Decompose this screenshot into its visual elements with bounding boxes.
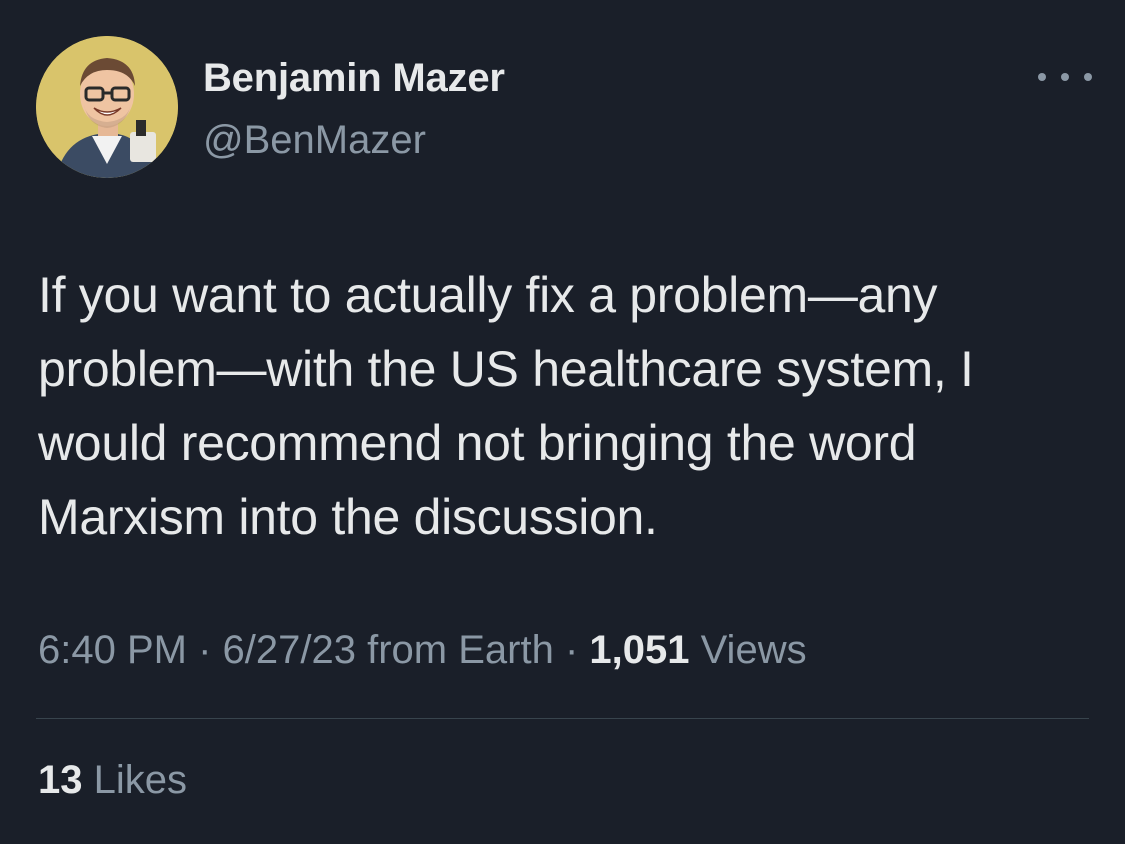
more-horizontal-icon <box>1038 73 1046 81</box>
tweet-source: from Earth <box>355 628 554 672</box>
tweet-text-line: If you want to actually fix a problem—an… <box>38 267 938 323</box>
more-horizontal-icon-dot <box>1084 73 1092 81</box>
author-name[interactable]: Benjamin Mazer <box>203 56 505 101</box>
avatar-illustration <box>36 36 178 178</box>
views-label[interactable]: Views <box>689 628 807 672</box>
tweet-text-line: Marxism into the discussion. <box>38 489 658 545</box>
tweet-text-line: would recommend not bringing the word <box>38 415 917 471</box>
tweet-date[interactable]: 6/27/23 <box>223 628 356 672</box>
more-horizontal-icon-dot <box>1061 73 1069 81</box>
divider <box>36 718 1089 719</box>
author-avatar[interactable] <box>36 36 178 178</box>
meta-separator: · <box>186 628 223 672</box>
tweet-metadata: 6:40 PM · 6/27/23 from Earth · 1,051 Vie… <box>38 628 807 673</box>
views-count[interactable]: 1,051 <box>589 628 689 672</box>
meta-separator: · <box>553 628 590 672</box>
more-options-button[interactable] <box>1038 62 1092 92</box>
tweet-card: Benjamin Mazer @BenMazer If you want to … <box>0 0 1125 844</box>
likes-stat[interactable]: 13 Likes <box>38 758 187 803</box>
tweet-text: If you want to actually fix a problem—an… <box>38 258 1098 554</box>
tweet-time[interactable]: 6:40 PM <box>38 628 187 672</box>
likes-count: 13 <box>38 758 83 802</box>
tweet-text-line: problem—with the US healthcare system, I <box>38 341 974 397</box>
likes-label: Likes <box>82 758 187 802</box>
author-handle[interactable]: @BenMazer <box>203 118 426 163</box>
